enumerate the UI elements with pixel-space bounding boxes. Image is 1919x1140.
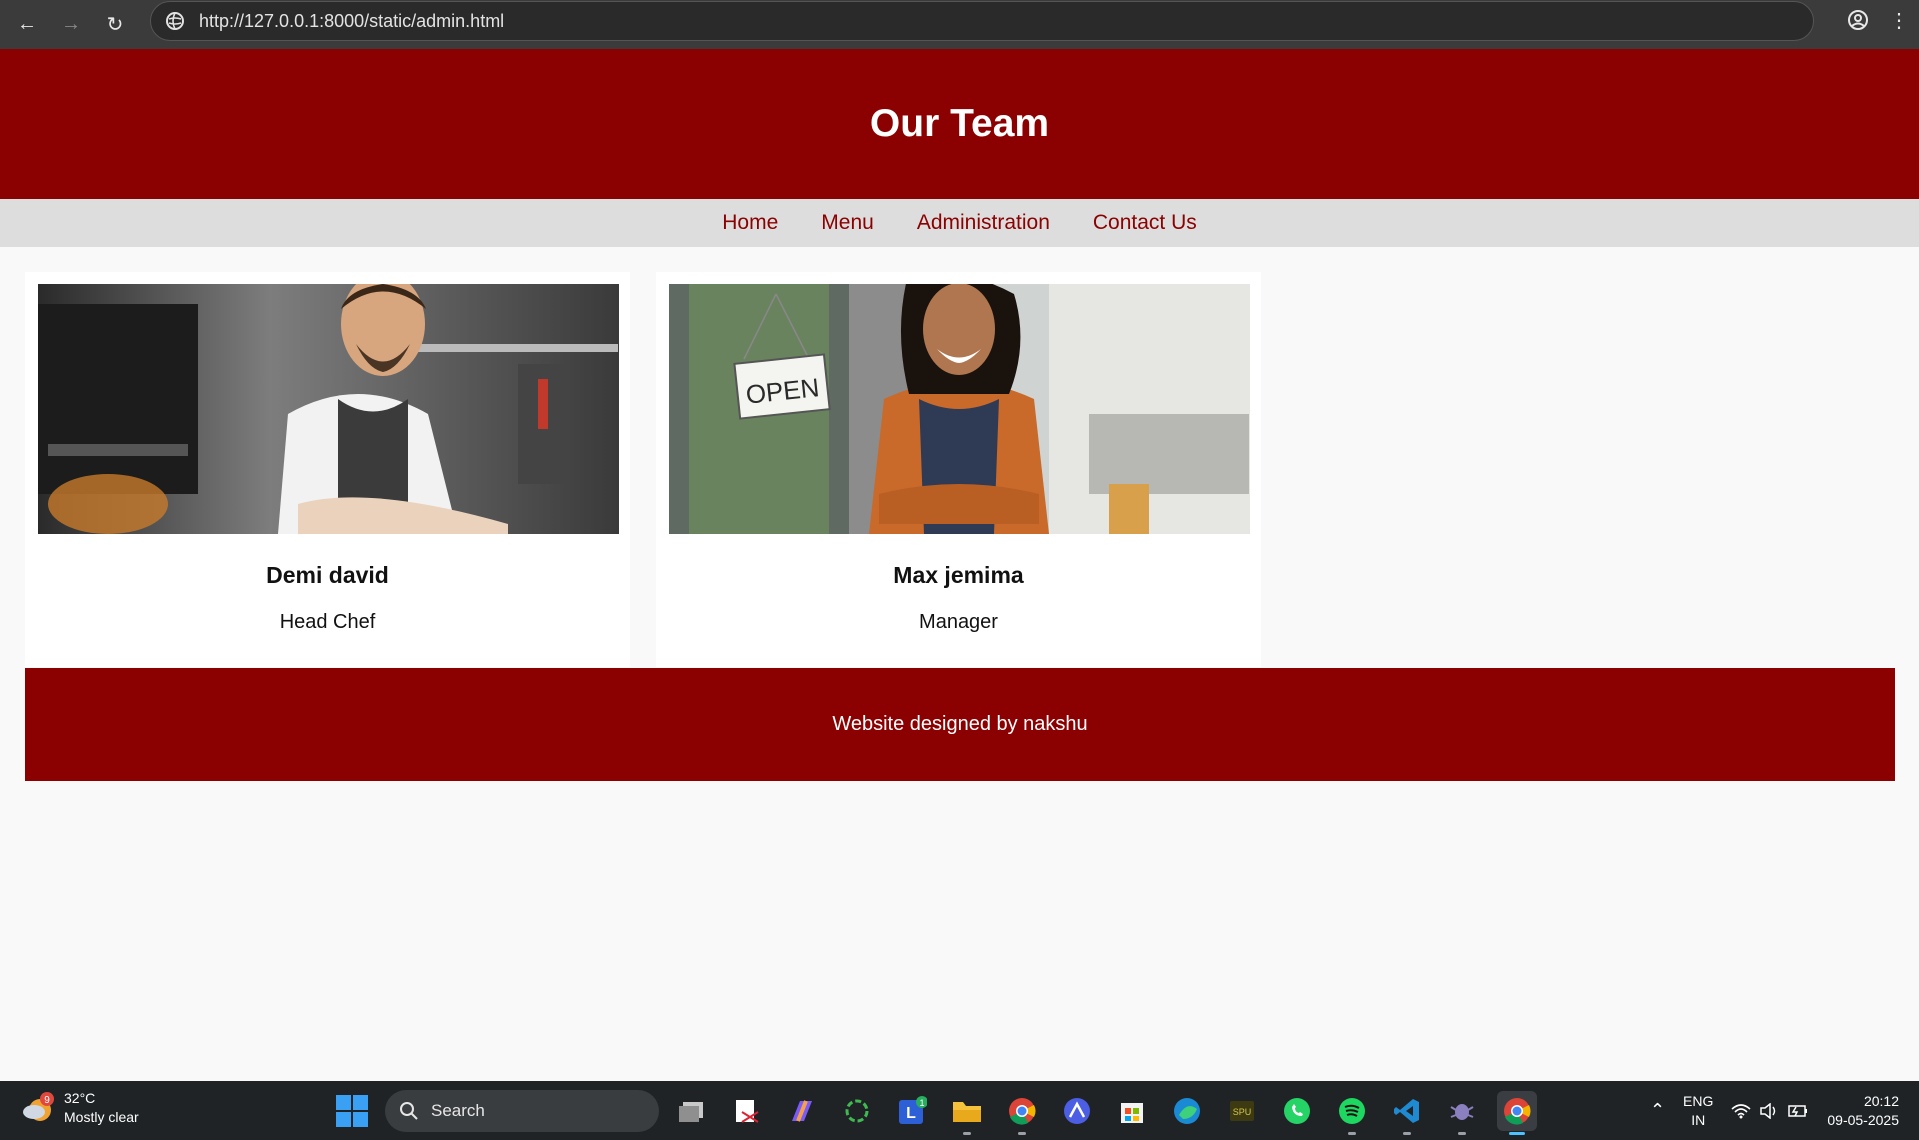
search-icon bbox=[400, 1102, 418, 1120]
team-member-name: Max jemima bbox=[893, 562, 1024, 588]
svg-text:L: L bbox=[906, 1105, 916, 1122]
clock[interactable]: 20:12 09-05-2025 bbox=[1827, 1092, 1899, 1130]
weather-badge: 9 bbox=[44, 1095, 50, 1106]
weather-temp: 32°C bbox=[64, 1090, 96, 1106]
footer-credit: Website designed by nakshu bbox=[832, 713, 1088, 735]
chrome-icon[interactable] bbox=[1002, 1091, 1042, 1135]
os-taskbar: 9 32°C Mostly clear Search L1 SPU ⌃ ENG … bbox=[0, 1081, 1919, 1140]
language-indicator[interactable]: ENG IN bbox=[1683, 1092, 1713, 1130]
nav-link-home[interactable]: Home bbox=[722, 211, 778, 235]
copilot-icon[interactable] bbox=[782, 1091, 822, 1131]
volume-icon bbox=[1760, 1102, 1776, 1119]
forward-icon[interactable]: → bbox=[54, 8, 88, 42]
nav-link-contact-us[interactable]: Contact Us bbox=[1093, 211, 1197, 235]
wifi-icon bbox=[1731, 1103, 1751, 1118]
team-card: OPEN Max jemima Manager bbox=[656, 272, 1261, 667]
browser-toolbar: ← → ↻ http://127.0.0.1:8000/static/admin… bbox=[0, 0, 1919, 49]
weather-icon: 9 bbox=[23, 1092, 54, 1121]
weather-widget[interactable]: 9 32°C Mostly clear bbox=[20, 1089, 139, 1127]
profile-icon[interactable] bbox=[1847, 9, 1869, 31]
chef-in-kitchen-photo bbox=[38, 284, 619, 534]
taskbar-apps: L1 SPU bbox=[672, 1091, 1537, 1135]
team-member-role: Head Chef bbox=[279, 611, 376, 633]
snipping-tool-icon[interactable] bbox=[727, 1091, 767, 1131]
taskbar-search[interactable]: Search bbox=[385, 1090, 659, 1132]
vscode-icon[interactable] bbox=[1387, 1091, 1427, 1135]
microsoft-store-icon[interactable] bbox=[1112, 1091, 1152, 1131]
weather-condition: Mostly clear bbox=[64, 1109, 139, 1125]
linkedin-learning-icon[interactable]: L1 bbox=[892, 1091, 932, 1131]
more-menu-icon[interactable]: ⋮ bbox=[1889, 8, 1909, 33]
manager-at-restaurant-door-photo: OPEN bbox=[669, 284, 1250, 534]
edge-icon[interactable] bbox=[1167, 1091, 1207, 1131]
search-placeholder: Search bbox=[431, 1101, 485, 1120]
manager-photo: OPEN bbox=[669, 284, 1250, 534]
proton-vpn-icon[interactable] bbox=[1057, 1091, 1097, 1131]
page-title: Our Team bbox=[869, 102, 1050, 145]
chevron-up-icon[interactable]: ⌃ bbox=[1650, 1100, 1665, 1121]
notification-badge: 1 bbox=[919, 1098, 924, 1108]
main-nav: Home Menu Administration Contact Us bbox=[0, 199, 1919, 247]
team-card: Demi david Head Chef bbox=[25, 272, 630, 667]
bug-app-icon[interactable] bbox=[1442, 1091, 1482, 1135]
sublime-icon[interactable]: SPU bbox=[1222, 1091, 1262, 1131]
page-footer: Website designed by nakshu bbox=[25, 668, 1895, 781]
file-explorer-icon[interactable] bbox=[947, 1091, 987, 1135]
loading-app-icon[interactable] bbox=[837, 1091, 877, 1131]
chrome-active-icon[interactable] bbox=[1497, 1091, 1537, 1135]
task-view-icon[interactable] bbox=[672, 1091, 712, 1131]
page-header: Our Team bbox=[0, 49, 1919, 199]
chef-photo bbox=[38, 284, 619, 534]
team-member-name: Demi david bbox=[266, 562, 389, 588]
team-grid: Demi david Head Chef OPEN Max jemima Man… bbox=[25, 272, 1261, 667]
spotify-icon[interactable] bbox=[1332, 1091, 1372, 1135]
region-code: IN bbox=[1691, 1111, 1706, 1128]
windows-start-icon[interactable] bbox=[336, 1095, 368, 1127]
battery-icon bbox=[1788, 1104, 1808, 1117]
team-member-role: Manager bbox=[919, 611, 998, 633]
whatsapp-icon[interactable] bbox=[1277, 1091, 1317, 1131]
svg-text:SPU: SPU bbox=[1233, 1107, 1252, 1117]
system-tray: ⌃ ENG IN 20:12 09-05-2025 bbox=[1650, 1081, 1899, 1140]
language-code: ENG bbox=[1683, 1092, 1714, 1109]
address-bar[interactable]: http://127.0.0.1:8000/static/admin.html bbox=[150, 1, 1814, 41]
clock-time: 20:12 bbox=[1863, 1092, 1899, 1109]
nav-link-administration[interactable]: Administration bbox=[917, 211, 1050, 235]
url-text: http://127.0.0.1:8000/static/admin.html bbox=[199, 10, 505, 31]
quick-settings[interactable] bbox=[1731, 1102, 1809, 1119]
nav-link-menu[interactable]: Menu bbox=[821, 211, 874, 235]
back-icon[interactable]: ← bbox=[10, 8, 44, 42]
site-info-icon[interactable] bbox=[165, 11, 185, 31]
reload-icon[interactable]: ↻ bbox=[98, 8, 132, 42]
clock-date: 09-05-2025 bbox=[1827, 1111, 1899, 1128]
